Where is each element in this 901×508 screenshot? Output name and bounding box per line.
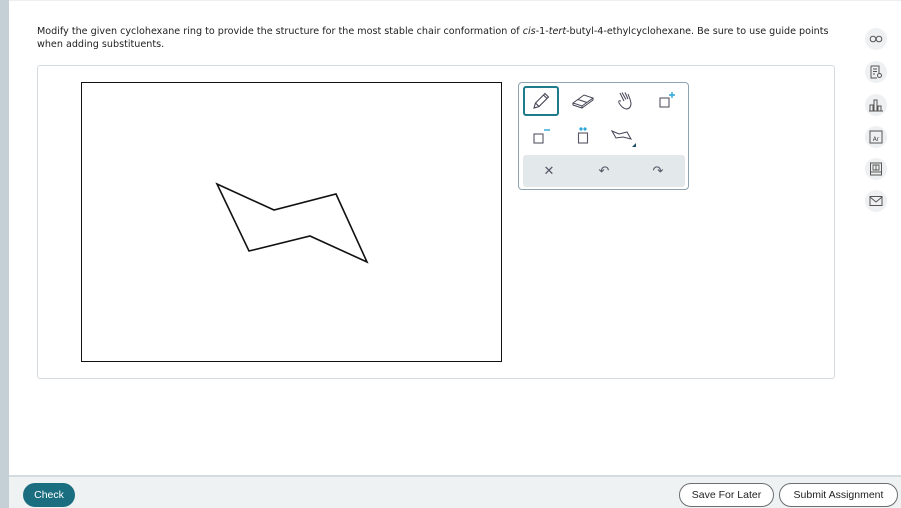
undo-button[interactable]: ↶ [593, 161, 615, 181]
prompt-text: -1- [535, 26, 549, 37]
add-negative-charge-button[interactable] [523, 121, 559, 151]
element-symbol: Ar [873, 136, 880, 143]
prompt-italic-cis: cis [522, 26, 536, 37]
ebook-button[interactable] [865, 158, 887, 180]
prompt-italic-tert: tert [548, 26, 567, 37]
draw-tool-button[interactable] [523, 86, 559, 116]
submit-assignment-button[interactable]: Submit Assignment [779, 483, 898, 507]
left-edge-strip [0, 0, 9, 508]
periodic-table-button[interactable]: Ar [865, 126, 887, 148]
message-button[interactable] [865, 190, 887, 212]
top-divider [9, 0, 901, 1]
hand-icon [618, 92, 632, 110]
save-for-later-button[interactable]: Save For Later [679, 483, 774, 507]
lone-pair-icon [577, 127, 589, 144]
view-full-question-button[interactable] [865, 28, 887, 50]
templates-tool-button[interactable] [607, 121, 643, 151]
hint-document-icon [870, 65, 882, 79]
redo-icon: ↷ [652, 163, 664, 179]
pencil-icon [533, 92, 550, 109]
eraser-icon [571, 94, 595, 109]
glasses-icon [869, 35, 883, 43]
negative-charge-icon [533, 129, 550, 144]
erase-tool-button[interactable] [565, 86, 601, 116]
results-button[interactable] [865, 94, 887, 116]
bar-chart-icon [869, 99, 883, 112]
positive-charge-icon [659, 92, 675, 108]
check-button[interactable]: Check [23, 483, 75, 507]
periodic-element-icon: Ar [869, 130, 883, 144]
add-positive-charge-button[interactable] [649, 86, 685, 116]
move-tool-button[interactable] [607, 86, 643, 116]
toolbar-actions: ✕ ↶ ↷ [523, 155, 685, 187]
prompt-text: Modify the given cyclohexane ring to pro… [37, 26, 523, 37]
envelope-icon [869, 196, 883, 206]
question-prompt: Modify the given cyclohexane ring to pro… [37, 25, 837, 51]
chair-structure [215, 182, 369, 264]
add-lone-pair-button[interactable] [565, 121, 601, 151]
book-icon [870, 162, 882, 176]
cyclohexane-chair-ring[interactable] [215, 182, 369, 264]
close-icon: ✕ [543, 163, 555, 179]
chair-template-icon [610, 129, 636, 147]
drawing-canvas[interactable] [81, 82, 502, 362]
undo-icon: ↶ [598, 163, 610, 179]
drawing-toolbar: ✕ ↶ ↷ [518, 82, 689, 190]
clear-button[interactable]: ✕ [538, 161, 560, 181]
redo-button[interactable]: ↷ [647, 161, 669, 181]
hint-button[interactable] [865, 61, 887, 83]
